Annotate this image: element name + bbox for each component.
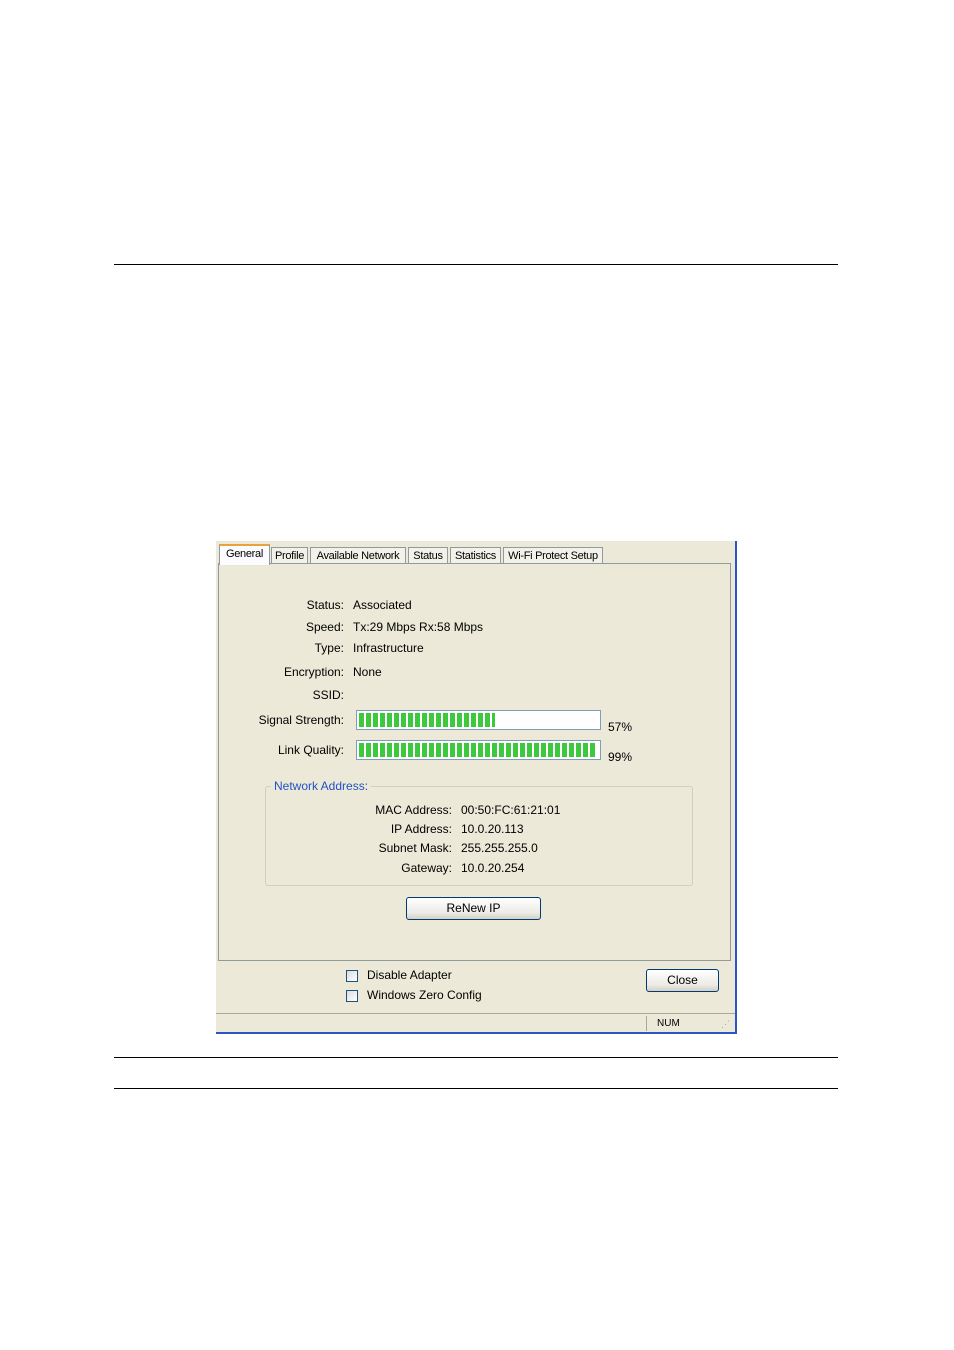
wireless-utility-window: General Profile Available Network Status…	[216, 541, 737, 1034]
tab-wifi-protect-setup[interactable]: Wi-Fi Protect Setup	[503, 547, 603, 564]
status-label: Status:	[306, 598, 344, 612]
windows-zero-config-label: Windows Zero Config	[367, 988, 482, 1002]
disable-adapter-label: Disable Adapter	[367, 968, 452, 982]
status-value: Associated	[353, 598, 412, 612]
type-label: Type:	[314, 641, 344, 655]
num-lock-indicator: NUM	[646, 1016, 712, 1031]
speed-label: Speed:	[305, 620, 344, 634]
tab-profile[interactable]: Profile	[271, 547, 308, 564]
tab-statistics[interactable]: Statistics	[450, 547, 501, 564]
signal-strength-label: Signal Strength:	[258, 713, 344, 727]
link-quality-bar	[356, 740, 601, 760]
renew-ip-button[interactable]: ReNew IP	[406, 897, 541, 920]
tab-general[interactable]: General	[219, 544, 270, 565]
general-tab-panel: Status: Associated Speed: Tx:29 Mbps Rx:…	[218, 563, 731, 961]
tab-strip: General Profile Available Network Status…	[219, 544, 731, 565]
tab-status[interactable]: Status	[408, 547, 448, 564]
link-quality-label: Link Quality:	[277, 743, 344, 757]
mac-address-value: 00:50:FC:61:21:01	[461, 803, 561, 817]
status-bar: NUM ⋰	[216, 1013, 735, 1032]
subnet-mask-label: Subnet Mask:	[378, 841, 452, 855]
middle-divider	[114, 1057, 838, 1058]
signal-strength-fill	[359, 713, 496, 727]
ip-address-label: IP Address:	[390, 822, 452, 836]
top-divider	[114, 264, 838, 265]
speed-value: Tx:29 Mbps Rx:58 Mbps	[353, 620, 484, 634]
ip-address-value: 10.0.20.113	[461, 822, 524, 836]
gateway-label: Gateway:	[401, 861, 452, 875]
encryption-value: None	[353, 665, 382, 679]
gateway-value: 10.0.20.254	[461, 861, 525, 875]
subnet-mask-value: 255.255.255.0	[461, 841, 538, 855]
resize-grip-icon[interactable]: ⋰	[721, 1018, 733, 1030]
network-address-title: Network Address:	[271, 779, 372, 793]
tab-available-network[interactable]: Available Network	[310, 547, 406, 564]
link-quality-percent: 99%	[608, 750, 633, 764]
close-button[interactable]: Close	[646, 969, 719, 992]
link-quality-fill	[359, 743, 596, 757]
mac-address-label: MAC Address:	[375, 803, 452, 817]
type-value: Infrastructure	[353, 641, 424, 655]
disable-adapter-checkbox[interactable]	[346, 970, 358, 982]
signal-strength-percent: 57%	[608, 720, 633, 734]
windows-zero-config-checkbox[interactable]	[346, 990, 358, 1002]
encryption-label: Encryption:	[283, 665, 344, 679]
signal-strength-bar	[356, 710, 601, 730]
bottom-divider	[114, 1088, 838, 1089]
ssid-label: SSID:	[312, 688, 344, 702]
